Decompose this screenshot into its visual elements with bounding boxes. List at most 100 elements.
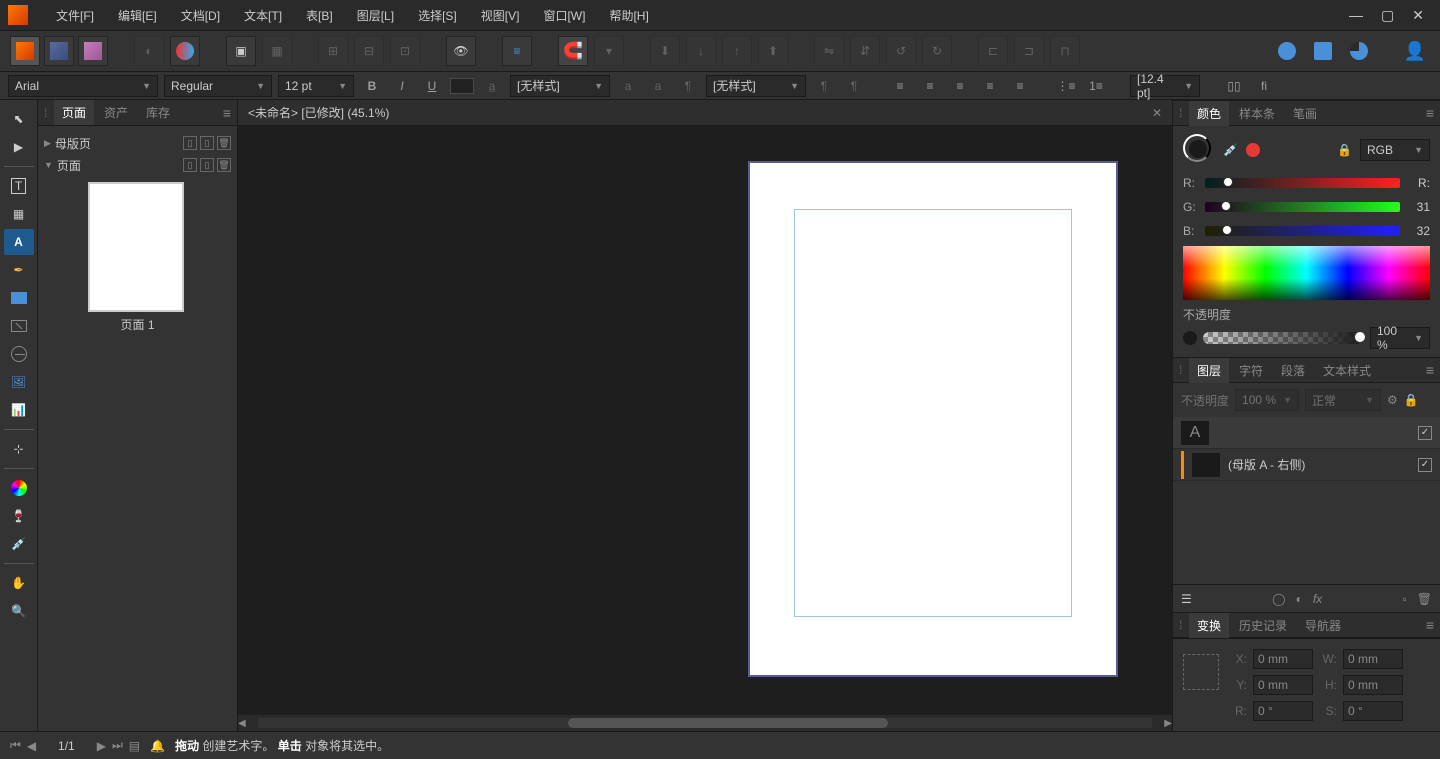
italic-icon[interactable]: I [390, 75, 414, 97]
clear-para-icon[interactable]: ¶ [812, 75, 836, 97]
first-page-icon[interactable]: ⏮ [10, 738, 21, 753]
para-style-dropdown[interactable]: [无样式]▼ [706, 75, 806, 97]
menu-edit[interactable]: 编辑[E] [106, 7, 169, 24]
pilcrow-icon[interactable]: ¶ [676, 75, 700, 97]
fx-icon[interactable]: fx [1313, 592, 1322, 606]
tab-color[interactable]: 颜色 [1189, 101, 1229, 126]
menu-document[interactable]: 文档[D] [169, 7, 232, 24]
vector-brush-tool-icon[interactable]: 📊 [4, 397, 34, 423]
crop-tool-icon[interactable]: ⊹ [4, 436, 34, 462]
menu-file[interactable]: 文件[F] [44, 7, 106, 24]
new-layer-icon[interactable]: ▫ [1403, 592, 1407, 606]
expand-icon[interactable]: ▶ [44, 138, 51, 149]
opacity-value-dropdown[interactable]: 100 %▼ [1370, 327, 1430, 349]
next-page-icon[interactable]: ▶ [97, 739, 106, 753]
order-backward-icon[interactable]: ↓ [686, 36, 716, 66]
pen-tool-icon[interactable]: ✒ [4, 257, 34, 283]
tree-master-pages[interactable]: ▶ 母版页 ▯▯🗑 [44, 132, 231, 154]
w-input[interactable]: 0 mm [1343, 649, 1403, 669]
y-input[interactable]: 0 mm [1253, 675, 1313, 695]
scroll-left-icon[interactable]: ◀ [238, 718, 246, 729]
color-spectrum[interactable] [1183, 246, 1430, 300]
para-icon[interactable]: a [646, 75, 670, 97]
menu-view[interactable]: 视图[V] [469, 7, 532, 24]
persona-publisher-icon[interactable] [10, 36, 40, 66]
menu-layer[interactable]: 图层[L] [345, 7, 406, 24]
bold-icon[interactable]: B [360, 75, 384, 97]
toolbar-preview-icon[interactable]: 👁 [446, 36, 476, 66]
rectangle-tool-icon[interactable] [4, 285, 34, 311]
collapse-icon[interactable]: ▼ [44, 160, 53, 170]
toolbar-snap-drop[interactable]: ▾ [594, 36, 624, 66]
delete-layer-icon[interactable]: 🗑 [1417, 592, 1432, 606]
ellipse-tool-icon[interactable] [4, 341, 34, 367]
picked-color-icon[interactable] [1246, 143, 1260, 157]
persona-designer-icon[interactable] [78, 36, 108, 66]
shape-pie-icon[interactable] [1344, 36, 1374, 66]
anchor-grid[interactable] [1183, 654, 1219, 690]
color-picker-tool-icon[interactable]: 💉 [4, 531, 34, 557]
tab-history[interactable]: 历史记录 [1231, 613, 1295, 638]
minimize-icon[interactable]: — [1349, 7, 1363, 24]
panel-grip-icon[interactable]: ⁞ [1179, 363, 1187, 377]
layers-stack-icon[interactable]: ☰ [1181, 592, 1192, 606]
clear-char-icon[interactable]: a [616, 75, 640, 97]
panel-menu-icon[interactable]: ≡ [1426, 362, 1434, 378]
panel-grip-icon[interactable]: ⁞ [44, 106, 52, 120]
adjust-icon[interactable]: ◐ [1296, 592, 1303, 606]
color-mode-dropdown[interactable]: RGB▼ [1360, 139, 1430, 161]
prev-page-icon[interactable]: ◀ [27, 739, 36, 753]
toolbar-baseline-icon[interactable]: ≡ [502, 36, 532, 66]
font-size-dropdown[interactable]: 12 pt▼ [278, 75, 354, 97]
rotate-ccw-icon[interactable]: ↺ [886, 36, 916, 66]
horizontal-scrollbar[interactable]: ◀ ▶ [238, 715, 1172, 731]
trash-icon[interactable]: 🗑 [217, 158, 231, 172]
align-justify2-icon[interactable]: ≡ [1008, 75, 1032, 97]
toolbar-btn-5[interactable]: ⊟ [354, 36, 384, 66]
tab-stock[interactable]: 库存 [138, 100, 178, 125]
panel-grip-icon[interactable]: ⁞ [1179, 618, 1187, 632]
mini-icon[interactable]: ▯ [183, 136, 197, 150]
page-thumbnail[interactable]: 页面 1 [88, 182, 188, 333]
toolbar-btn-3[interactable]: ▦ [262, 36, 292, 66]
persona-photo-icon[interactable] [44, 36, 74, 66]
show-pilcrow-icon[interactable]: ¶ [842, 75, 866, 97]
order-forward-icon[interactable]: ↑ [722, 36, 752, 66]
align-center-icon[interactable]: ≡ [918, 75, 942, 97]
last-page-icon[interactable]: ⏭ [112, 738, 123, 753]
hand-tool-icon[interactable]: ✋ [4, 570, 34, 596]
s-input[interactable]: 0 ° [1343, 701, 1403, 721]
order-back-icon[interactable]: ⬇ [650, 36, 680, 66]
shape-ops-icon[interactable] [1308, 36, 1338, 66]
font-family-dropdown[interactable]: Arial▼ [8, 75, 158, 97]
page-list-icon[interactable]: ▤ [129, 739, 140, 753]
page-canvas[interactable] [748, 161, 1118, 677]
align-justify-icon[interactable]: ≡ [978, 75, 1002, 97]
close-icon[interactable]: ✕ [1412, 7, 1424, 24]
list-bullet-icon[interactable]: ⋮≡ [1054, 75, 1078, 97]
move-tool-icon[interactable]: ⬉ [4, 106, 34, 132]
underline-icon[interactable]: U [420, 75, 444, 97]
char-style-dropdown[interactable]: [无样式]▼ [510, 75, 610, 97]
panel-menu-icon[interactable]: ≡ [1426, 105, 1434, 121]
blend-mode-dropdown[interactable]: 正常▼ [1305, 389, 1381, 411]
opacity-slider[interactable] [1203, 332, 1364, 344]
b-slider[interactable]: B:32 [1183, 222, 1430, 240]
tab-character[interactable]: 字符 [1231, 358, 1271, 383]
mini-icon[interactable]: ▯ [200, 158, 214, 172]
frame-text-tool-icon[interactable]: T [4, 173, 34, 199]
menu-text[interactable]: 文本[T] [232, 7, 294, 24]
layer-visible-check[interactable]: ✓ [1418, 426, 1432, 440]
flip-h-icon[interactable]: ⇋ [814, 36, 844, 66]
layer-visible-check[interactable]: ✓ [1418, 458, 1432, 472]
ligature-icon[interactable]: fi [1252, 75, 1276, 97]
align-icon-3[interactable]: ⊓ [1050, 36, 1080, 66]
doc-close-icon[interactable]: ✕ [1152, 106, 1162, 120]
r-input[interactable]: 0 ° [1253, 701, 1313, 721]
tab-transform[interactable]: 变换 [1189, 613, 1229, 638]
rotate-cw-icon[interactable]: ↻ [922, 36, 952, 66]
align-right-icon[interactable]: ≡ [948, 75, 972, 97]
h-input[interactable]: 0 mm [1343, 675, 1403, 695]
tab-stroke[interactable]: 笔画 [1285, 101, 1325, 126]
columns-icon[interactable]: ▯▯ [1222, 75, 1246, 97]
